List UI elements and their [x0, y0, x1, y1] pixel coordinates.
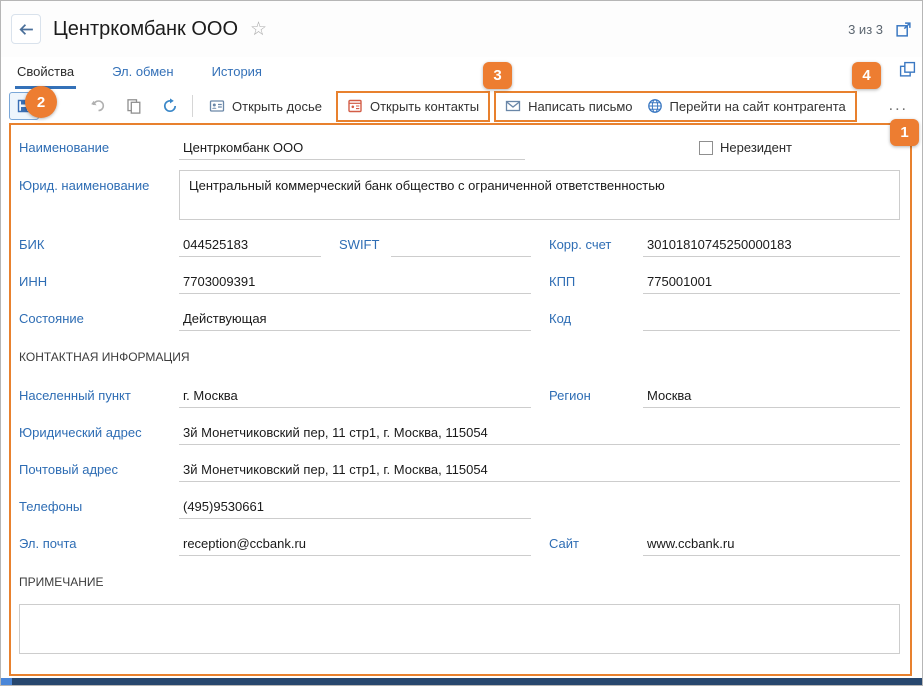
row-city: Населенный пункт Регион	[19, 377, 900, 414]
city-label: Населенный пункт	[19, 388, 179, 403]
record-pager: 3 из 3	[848, 22, 883, 37]
note-input[interactable]	[19, 604, 900, 654]
bik-label: БИК	[19, 237, 179, 252]
contact-info-section-header: КОНТАКТНАЯ ИНФОРМАЦИЯ	[19, 337, 900, 377]
nonresident-checkbox-wrap[interactable]: Нерезидент	[699, 140, 792, 155]
legal-address-input[interactable]	[179, 421, 900, 445]
open-dossier-label: Открыть досье	[232, 99, 322, 114]
name-input[interactable]	[179, 136, 525, 160]
tab-history[interactable]: История	[210, 64, 264, 89]
globe-icon	[647, 98, 663, 114]
callout-badge-4: 4	[852, 62, 881, 89]
dossier-icon	[209, 98, 225, 114]
bik-input[interactable]	[179, 233, 321, 257]
corr-account-label: Корр. счет	[549, 237, 643, 252]
swift-input[interactable]	[391, 233, 531, 257]
site-label: Сайт	[549, 536, 643, 551]
write-letter-label: Написать письмо	[528, 99, 632, 114]
open-contacts-button[interactable]: Открыть контакты	[340, 92, 486, 120]
region-input[interactable]	[643, 384, 900, 408]
copy-button[interactable]	[121, 93, 147, 119]
copy-icon	[126, 98, 142, 114]
callout-box-contacts: Открыть контакты	[336, 91, 490, 122]
row-email: Эл. почта Сайт	[19, 525, 900, 562]
refresh-button[interactable]	[157, 93, 183, 119]
callout-badge-1: 1	[890, 119, 919, 146]
legal-address-label: Юридический адрес	[19, 425, 179, 440]
kpp-input[interactable]	[643, 270, 900, 294]
favorite-star-icon[interactable]: ☆	[250, 20, 267, 39]
header-right: 3 из 3	[848, 21, 912, 38]
row-state: Состояние Код	[19, 300, 900, 337]
row-legal-name: Юрид. наименование Центральный коммерчес…	[19, 166, 900, 226]
refresh-icon	[162, 98, 178, 114]
site-input[interactable]	[643, 532, 900, 556]
row-legal-address: Юридический адрес	[19, 414, 900, 451]
open-site-button[interactable]: Перейти на сайт контрагента	[640, 92, 853, 120]
email-label: Эл. почта	[19, 536, 179, 551]
open-dossier-button[interactable]: Открыть досье	[202, 92, 329, 120]
corr-account-input[interactable]	[643, 233, 900, 257]
open-contacts-label: Открыть контакты	[370, 99, 479, 114]
nonresident-label: Нерезидент	[720, 140, 792, 155]
swift-label: SWIFT	[339, 237, 391, 252]
more-actions-button[interactable]: ...	[885, 101, 912, 111]
postal-address-input[interactable]	[179, 458, 900, 482]
note-section-header: ПРИМЕЧАНИЕ	[19, 562, 900, 602]
code-label: Код	[549, 311, 643, 326]
state-input[interactable]	[179, 307, 531, 331]
properties-form: Наименование Нерезидент Юрид. наименован…	[9, 123, 912, 676]
tab-bar: Свойства Эл. обмен История	[1, 57, 922, 89]
tab-properties[interactable]: Свойства	[15, 64, 76, 89]
contacts-icon	[347, 98, 363, 114]
postal-address-label: Почтовый адрес	[19, 462, 179, 477]
state-label: Состояние	[19, 311, 179, 326]
bottom-window-edge	[1, 678, 922, 685]
email-input[interactable]	[179, 532, 531, 556]
callout-box-communication: Написать письмо Перейти на сайт контраге…	[494, 91, 857, 122]
code-input[interactable]	[643, 307, 900, 331]
undo-button[interactable]	[85, 93, 111, 119]
tab-electronic-exchange[interactable]: Эл. обмен	[110, 64, 175, 89]
name-label: Наименование	[19, 140, 179, 155]
phones-label: Телефоны	[19, 499, 179, 514]
phones-input[interactable]	[179, 495, 531, 519]
inn-label: ИНН	[19, 274, 179, 289]
row-inn: ИНН КПП	[19, 263, 900, 300]
city-input[interactable]	[179, 384, 531, 408]
callout-badge-3: 3	[483, 62, 512, 89]
open-site-label: Перейти на сайт контрагента	[670, 99, 846, 114]
toolbar-separator	[192, 95, 193, 117]
back-button[interactable]	[11, 14, 41, 44]
nonresident-checkbox[interactable]	[699, 141, 713, 155]
callout-badge-2: 2	[25, 86, 57, 118]
inn-input[interactable]	[179, 270, 531, 294]
row-postal-address: Почтовый адрес	[19, 451, 900, 488]
counterparty-card-window: Центркомбанк ООО ☆ 3 из 3 Свойства Эл. о…	[0, 0, 923, 686]
legal-name-input[interactable]: Центральный коммерческий банк общество с…	[179, 170, 900, 220]
bottom-edge-accent	[1, 678, 12, 685]
envelope-icon	[505, 98, 521, 114]
row-bik: БИК SWIFT Корр. счет	[19, 226, 900, 263]
open-in-window-icon[interactable]	[895, 21, 912, 38]
row-name: Наименование Нерезидент	[19, 129, 900, 166]
region-label: Регион	[549, 388, 643, 403]
arrow-left-icon	[18, 21, 35, 38]
toolbar: Открыть досье Открыть контакты Написать …	[1, 89, 922, 123]
legal-name-label: Юрид. наименование	[19, 170, 179, 193]
write-letter-button[interactable]: Написать письмо	[498, 92, 639, 120]
row-phones: Телефоны	[19, 488, 900, 525]
header: Центркомбанк ООО ☆ 3 из 3	[1, 1, 922, 57]
split-window-icon[interactable]	[899, 61, 916, 78]
page-title: Центркомбанк ООО	[53, 18, 238, 41]
undo-icon	[90, 98, 106, 114]
kpp-label: КПП	[549, 274, 643, 289]
